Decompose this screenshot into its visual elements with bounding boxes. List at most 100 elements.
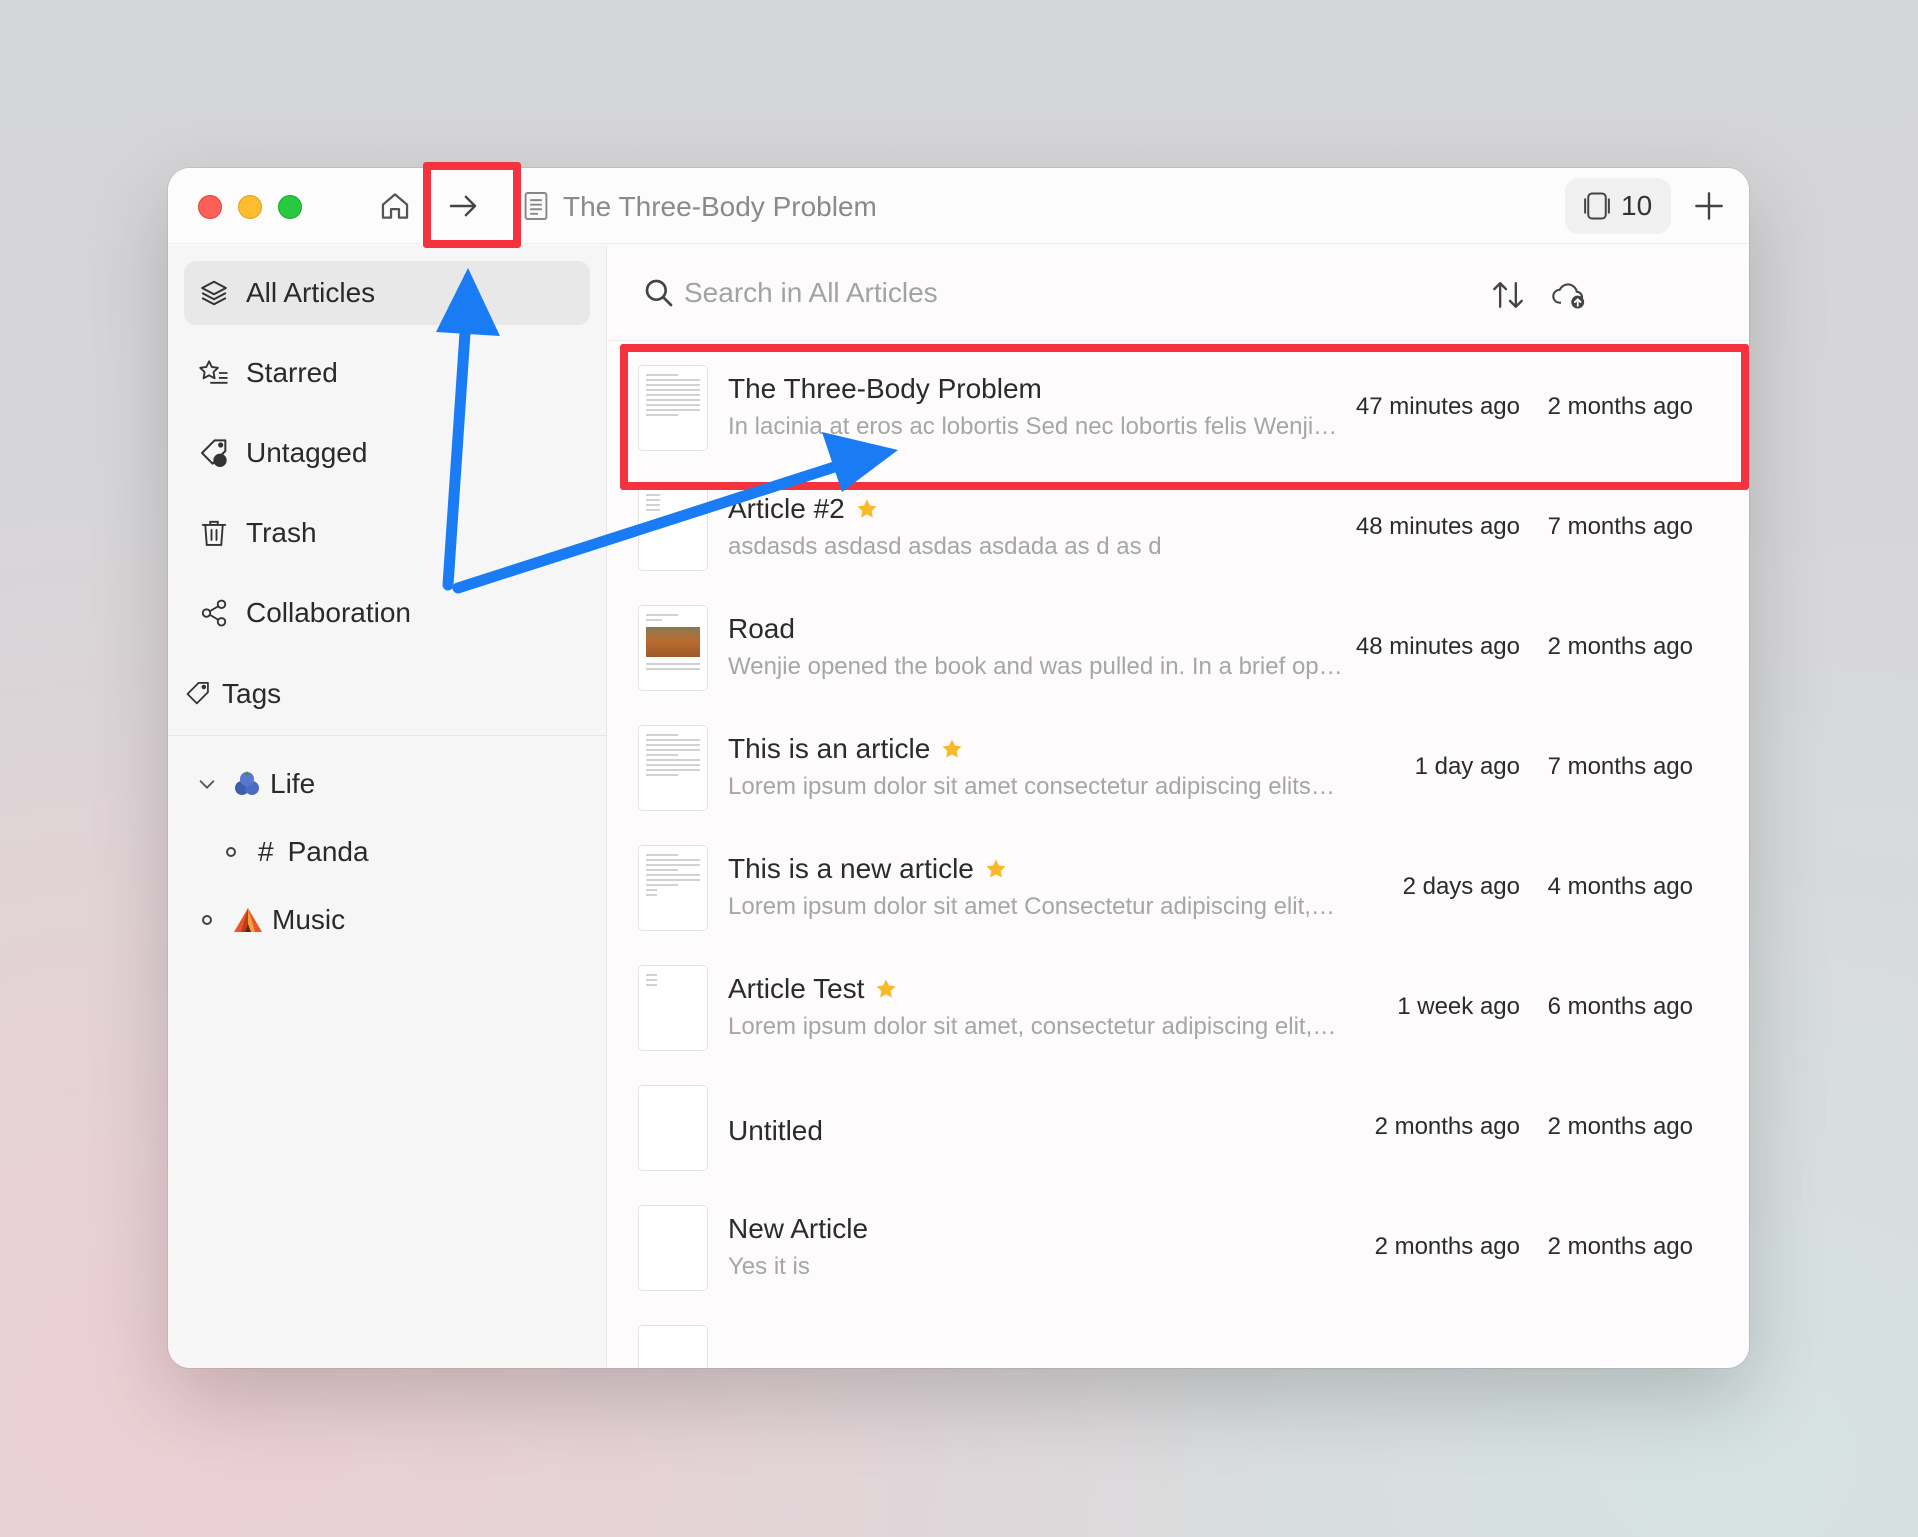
article-title: The Three-Body Problem bbox=[728, 373, 1042, 404]
sidebar-item-label: Trash bbox=[246, 517, 317, 548]
article-row[interactable]: The Three-Body Problem In lacinia at ero… bbox=[608, 351, 1749, 471]
tag-label: Panda bbox=[287, 836, 369, 867]
article-row[interactable]: Article #2 asdasds asdasd asdas asdada a… bbox=[608, 471, 1749, 591]
article-thumbnail bbox=[638, 1205, 708, 1291]
tag-item-life[interactable]: Life bbox=[196, 758, 315, 810]
article-created-time: 4 months ago bbox=[1547, 873, 1693, 900]
article-thumbnail bbox=[638, 725, 708, 811]
article-created-time: 6 months ago bbox=[1547, 993, 1693, 1020]
article-row[interactable] bbox=[608, 1311, 1749, 1368]
star-icon bbox=[942, 739, 962, 758]
chevron-down-icon[interactable] bbox=[196, 773, 218, 795]
article-row[interactable]: Article Test Lorem ipsum dolor sit amet,… bbox=[608, 951, 1749, 1071]
hash-prefix: # bbox=[258, 836, 274, 867]
tag-label: Music bbox=[272, 904, 346, 935]
article-row[interactable]: This is a new article Lorem ipsum dolor … bbox=[608, 831, 1749, 951]
tent-icon bbox=[234, 908, 262, 932]
plus-icon bbox=[1695, 192, 1723, 220]
tag-label: Life bbox=[270, 768, 316, 799]
sidebar-item-label: Starred bbox=[246, 357, 338, 388]
sidebar-item-untagged[interactable]: ? Untagged bbox=[184, 421, 590, 485]
title-bar: The Three-Body Problem 10 bbox=[168, 168, 1749, 244]
bullet-icon bbox=[202, 915, 212, 925]
star-icon bbox=[857, 499, 877, 518]
article-title: Article #2 bbox=[728, 493, 879, 525]
article-modified-time: 2 months ago bbox=[1374, 1233, 1520, 1260]
sort-button[interactable] bbox=[1488, 275, 1528, 315]
article-snippet: In lacinia at eros ac lobortis Sed nec l… bbox=[728, 413, 1338, 440]
home-button[interactable] bbox=[375, 186, 415, 226]
tab-title: The Three-Body Problem bbox=[563, 191, 877, 222]
sidebar-item-collaboration[interactable]: Collaboration bbox=[184, 581, 590, 645]
svg-text:?: ? bbox=[217, 456, 223, 467]
article-thumbnail bbox=[638, 845, 708, 931]
article-created-time: 7 months ago bbox=[1547, 513, 1693, 540]
article-row[interactable]: Untitled 2 months ago 2 months ago bbox=[608, 1071, 1749, 1191]
article-snippet: Lorem ipsum dolor sit amet consectetur a… bbox=[728, 773, 1335, 800]
stack-icon bbox=[196, 275, 232, 311]
sidebar-item-trash[interactable]: Trash bbox=[184, 501, 590, 565]
article-snippet: Wenjie opened the book and was pulled in… bbox=[728, 653, 1343, 680]
article-modified-time: 47 minutes ago bbox=[1355, 393, 1520, 420]
article-thumbnail bbox=[638, 1325, 708, 1368]
sidebar: All Articles Starred ? Untagged Trash Co… bbox=[168, 245, 607, 1368]
star-icon bbox=[876, 979, 896, 998]
article-row[interactable]: This is an article Lorem ipsum dolor sit… bbox=[608, 711, 1749, 831]
share-icon bbox=[196, 595, 232, 631]
tabs-count: 10 bbox=[1621, 190, 1653, 221]
article-created-time: 2 months ago bbox=[1547, 633, 1693, 660]
article-modified-time: 1 day ago bbox=[1414, 753, 1520, 780]
sync-button[interactable] bbox=[1548, 275, 1592, 315]
blueberry-icon bbox=[235, 771, 259, 795]
article-title: Untitled bbox=[728, 1115, 823, 1146]
thumbnail-image bbox=[646, 627, 700, 657]
sidebar-divider bbox=[168, 735, 607, 736]
minimize-window-button[interactable] bbox=[238, 195, 262, 219]
sidebar-item-starred[interactable]: Starred bbox=[184, 341, 590, 405]
article-thumbnail bbox=[638, 605, 708, 691]
tag-icon bbox=[184, 679, 214, 709]
trash-icon bbox=[196, 515, 232, 551]
arrow-right-icon bbox=[449, 195, 477, 217]
article-row[interactable]: New Article Yes it is 2 months ago 2 mon… bbox=[608, 1191, 1749, 1311]
tags-section-header[interactable]: Tags bbox=[184, 666, 281, 722]
article-snippet: Yes it is bbox=[728, 1253, 810, 1280]
article-title: New Article bbox=[728, 1213, 869, 1244]
close-window-button[interactable] bbox=[198, 195, 222, 219]
tags-header-label: Tags bbox=[222, 678, 282, 709]
star-icon bbox=[986, 859, 1006, 878]
tag-item-music[interactable]: Music bbox=[202, 894, 345, 946]
article-thumbnail bbox=[638, 485, 708, 571]
article-thumbnail bbox=[638, 1085, 708, 1171]
article-thumbnail bbox=[638, 965, 708, 1051]
article-thumbnail bbox=[638, 365, 708, 451]
article-created-time: 2 months ago bbox=[1547, 393, 1693, 420]
cloud-upload-icon bbox=[1552, 283, 1585, 309]
tabs-icon bbox=[1584, 192, 1610, 220]
article-title: Road bbox=[728, 613, 795, 644]
article-modified-time: 2 months ago bbox=[1374, 1113, 1520, 1140]
home-icon bbox=[381, 193, 409, 219]
sidebar-item-label: Untagged bbox=[246, 437, 368, 468]
search-input[interactable] bbox=[684, 269, 1384, 317]
tag-item-panda[interactable]: # Panda bbox=[226, 826, 369, 878]
sidebar-item-label: Collaboration bbox=[246, 597, 411, 628]
document-icon bbox=[516, 186, 556, 226]
article-title: Article Test bbox=[728, 973, 898, 1005]
article-row[interactable]: Road Wenjie opened the book and was pull… bbox=[608, 591, 1749, 711]
article-modified-time: 48 minutes ago bbox=[1355, 513, 1520, 540]
forward-button[interactable] bbox=[443, 186, 483, 226]
article-title: This is a new article bbox=[728, 853, 1008, 885]
search-icon bbox=[645, 279, 673, 307]
sidebar-item-all-articles[interactable]: All Articles bbox=[184, 261, 590, 325]
zoom-window-button[interactable] bbox=[278, 195, 302, 219]
tag-question-icon: ? bbox=[196, 435, 232, 471]
article-created-time: 7 months ago bbox=[1547, 753, 1693, 780]
tabs-count-button[interactable]: 10 bbox=[1565, 178, 1671, 234]
new-tab-button[interactable] bbox=[1688, 185, 1730, 227]
article-snippet: asdasds asdasd asdas asdada as d as d bbox=[728, 533, 1162, 560]
app-window: The Three-Body Problem 10 All Articles S… bbox=[168, 168, 1749, 1368]
article-created-time: 2 months ago bbox=[1547, 1113, 1693, 1140]
bullet-icon bbox=[226, 847, 236, 857]
sort-arrows-icon bbox=[1493, 282, 1523, 308]
